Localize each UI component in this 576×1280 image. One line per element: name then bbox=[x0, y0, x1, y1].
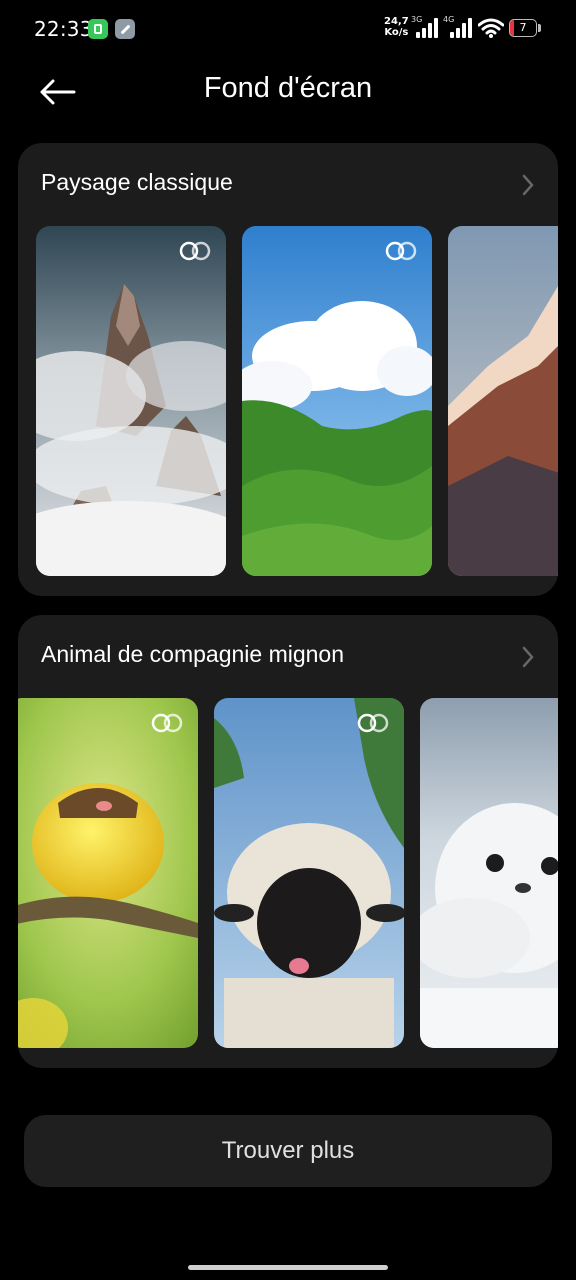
live-wallpaper-icon bbox=[357, 713, 389, 733]
network-speed-value: 24,7 bbox=[384, 16, 409, 27]
wallpaper-thumb-snowy-mountain[interactable] bbox=[448, 226, 558, 576]
live-wallpaper-icon bbox=[151, 713, 183, 733]
find-more-label: Trouver plus bbox=[221, 1137, 355, 1164]
find-more-button[interactable]: Trouver plus bbox=[24, 1115, 552, 1187]
app-green-icon bbox=[88, 19, 108, 39]
section-header-landscape[interactable]: Paysage classique bbox=[18, 143, 558, 227]
signal-icon bbox=[416, 18, 438, 38]
status-bar: 22:33 24,7 Ko/s 3G 4G 7 bbox=[0, 0, 576, 60]
battery-level: 7 bbox=[519, 21, 527, 34]
network-speed-unit: Ko/s bbox=[384, 27, 409, 38]
chevron-right-icon bbox=[522, 174, 534, 196]
section-cute-pets: Animal de compagnie mignon bbox=[18, 615, 558, 1068]
section-header-pets[interactable]: Animal de compagnie mignon bbox=[18, 615, 558, 699]
wallpaper-thumb-green-hills[interactable] bbox=[242, 226, 432, 576]
battery-icon: 7 bbox=[509, 19, 537, 37]
page-title: Fond d'écran bbox=[203, 72, 373, 104]
wallpaper-image bbox=[214, 698, 404, 1048]
section-classic-landscape: Paysage classique bbox=[18, 143, 558, 596]
tool-icon bbox=[115, 19, 135, 39]
signal-icon bbox=[450, 18, 472, 38]
chevron-right-icon bbox=[522, 646, 534, 668]
wallpaper-image bbox=[18, 698, 198, 1048]
wallpaper-thumb-seal[interactable] bbox=[420, 698, 558, 1048]
wallpaper-thumb-sheep[interactable] bbox=[214, 698, 404, 1048]
wallpaper-image bbox=[36, 226, 226, 576]
wallpaper-image bbox=[448, 226, 558, 576]
home-indicator[interactable] bbox=[188, 1265, 388, 1270]
wallpaper-image bbox=[242, 226, 432, 576]
wifi-icon bbox=[478, 18, 504, 38]
live-wallpaper-icon bbox=[385, 241, 417, 261]
wallpaper-thumb-misty-peaks[interactable] bbox=[36, 226, 226, 576]
battery-tip bbox=[538, 24, 541, 32]
network-speed: 24,7 Ko/s bbox=[384, 16, 409, 38]
status-time: 22:33 bbox=[34, 17, 93, 41]
section-title: Animal de compagnie mignon bbox=[41, 641, 345, 667]
live-wallpaper-icon bbox=[179, 241, 211, 261]
wallpaper-image bbox=[420, 698, 558, 1048]
section-title: Paysage classique bbox=[41, 169, 233, 195]
wallpaper-thumb-yellow-bird[interactable] bbox=[18, 698, 198, 1048]
